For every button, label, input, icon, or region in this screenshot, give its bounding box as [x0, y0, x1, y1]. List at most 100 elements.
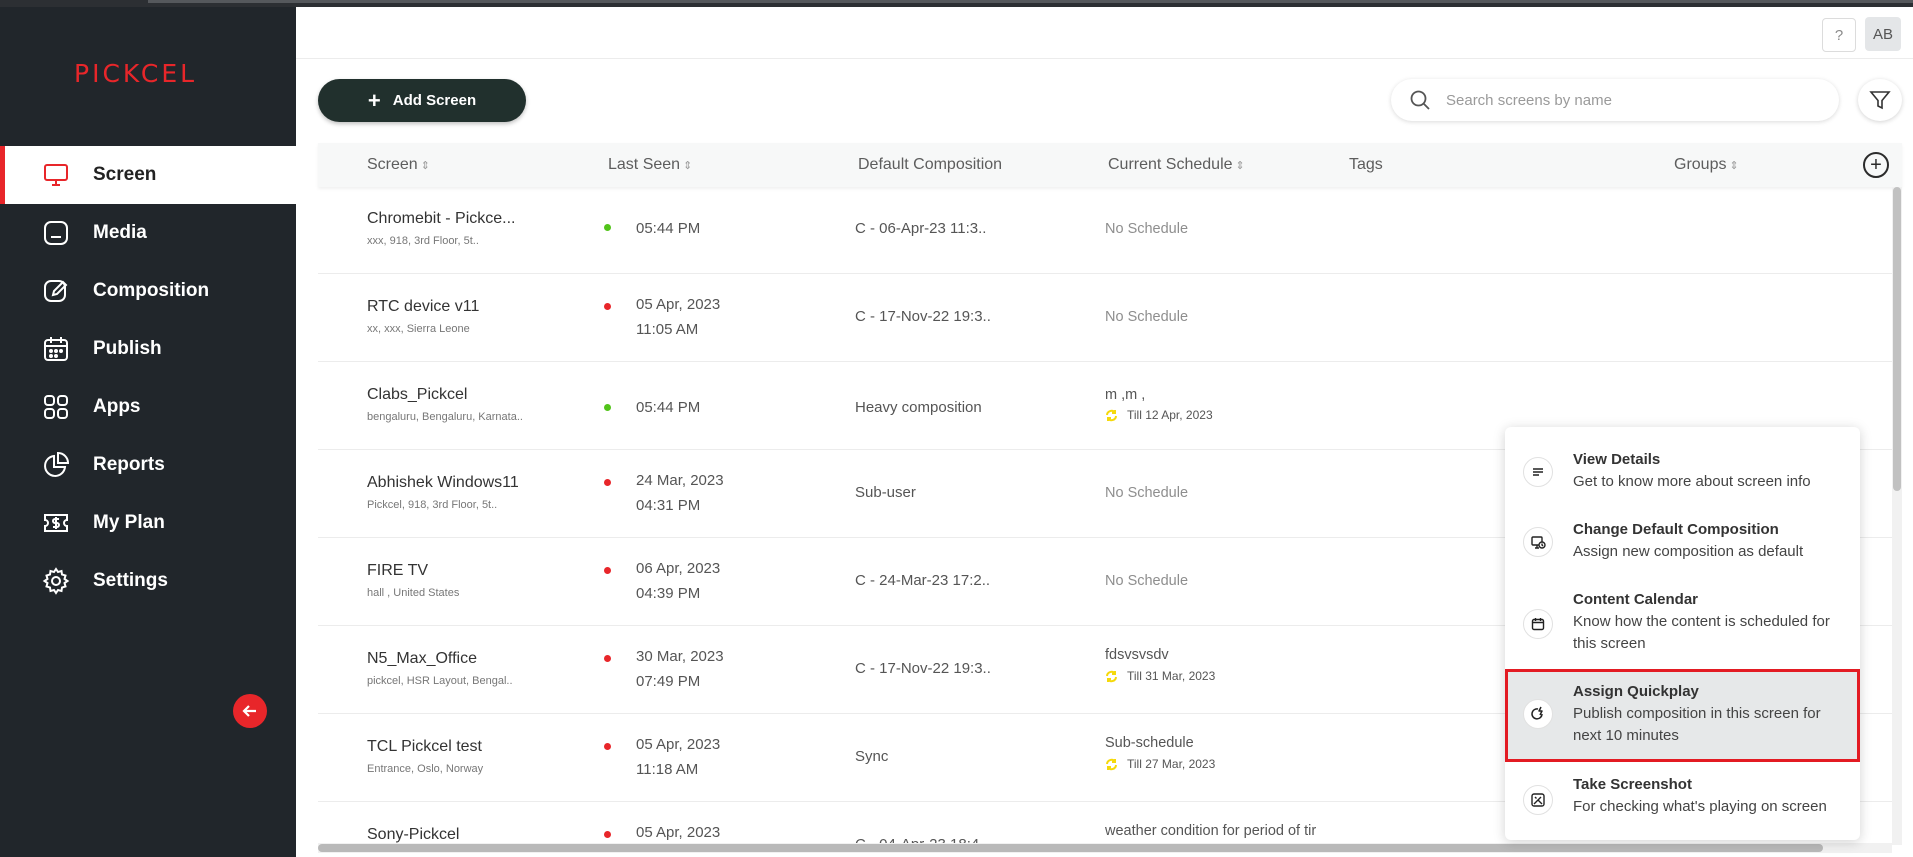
screen-name[interactable]: Chromebit - Pickce... — [367, 210, 515, 228]
menu-item-take-screenshot[interactable]: Take Screenshot For checking what's play… — [1505, 765, 1860, 835]
schedule-repeat-icon — [1106, 758, 1117, 770]
sort-icon: ⇕ — [420, 160, 430, 172]
column-header-tags: Tags — [1349, 156, 1383, 173]
sidebar-item-apps[interactable]: Apps — [0, 378, 296, 436]
schedule-repeat-icon — [1106, 670, 1117, 682]
plus-icon: + — [367, 87, 381, 113]
screen-location: bengaluru, Bengaluru, Karnata.. — [367, 411, 523, 423]
sidebar-item-label: Publish — [93, 338, 162, 359]
arrow-left-icon — [242, 705, 256, 717]
column-header-screen[interactable]: Screen ⇕ — [367, 156, 430, 174]
default-composition[interactable]: C - 06-Apr-23 11:3.. — [855, 220, 986, 237]
current-schedule[interactable]: m ,m , — [1105, 387, 1145, 403]
menu-item-assign-quickplay[interactable]: Assign Quickplay Publish composition in … — [1505, 669, 1860, 762]
user-avatar[interactable]: AB — [1865, 17, 1901, 51]
screen-name[interactable]: N5_Max_Office — [367, 650, 477, 668]
menu-item-content-calendar[interactable]: Content Calendar Know how the content is… — [1505, 580, 1860, 668]
vertical-scrollbar[interactable] — [1892, 187, 1902, 845]
default-composition[interactable]: Sync — [855, 748, 888, 765]
help-button[interactable]: ? — [1822, 18, 1856, 52]
pickcel-logo[interactable]: PICKCEL — [74, 59, 224, 89]
table-header: Screen ⇕ Last Seen ⇕ Default Composition C… — [318, 143, 1902, 187]
collapse-sidebar-button[interactable] — [233, 694, 267, 728]
sidebar-item-label: Settings — [93, 570, 168, 591]
search-input[interactable] — [1446, 89, 1816, 111]
screen-name[interactable]: TCL Pickcel test — [367, 738, 482, 756]
status-offline-dot — [604, 655, 611, 662]
column-header-current-schedule[interactable]: Current Schedule ⇕ — [1108, 156, 1245, 174]
screen-name[interactable]: FIRE TV — [367, 562, 428, 580]
menu-item-view-details[interactable]: View Details Get to know more about scre… — [1505, 440, 1860, 504]
sidebar-item-publish[interactable]: Publish — [0, 320, 296, 378]
screen-name[interactable]: Clabs_Pickcel — [367, 386, 467, 404]
screenshot-icon — [1523, 785, 1553, 815]
sort-icon: ⇕ — [1235, 160, 1245, 172]
column-header-default-composition: Default Composition — [858, 156, 1003, 173]
sidebar-item-label: Screen — [93, 164, 157, 185]
sidebar-item-label: Reports — [93, 454, 165, 475]
status-offline-dot — [604, 567, 611, 574]
screen-actions-menu: View Details Get to know more about scre… — [1505, 427, 1860, 840]
screen-name[interactable]: Abhishek Windows11 — [367, 474, 519, 492]
last-seen: 24 Mar, 2023 04:31 PM — [636, 472, 724, 514]
table-row[interactable]: RTC device v11 xx, xxx, Sierra Leone 05 … — [318, 275, 1892, 362]
sidebar-item-settings[interactable]: Settings — [0, 552, 296, 610]
screen-location: xx, xxx, Sierra Leone — [367, 323, 470, 335]
menu-item-change-default-composition[interactable]: Change Default Composition Assign new co… — [1505, 510, 1860, 576]
monitor-icon — [44, 164, 68, 186]
quickplay-icon — [1523, 699, 1553, 729]
default-composition[interactable]: C - 17-Nov-22 19:3.. — [855, 660, 991, 677]
last-seen: 06 Apr, 2023 04:39 PM — [636, 560, 721, 602]
sidebar-item-composition[interactable]: Composition — [0, 262, 296, 320]
browser-tab-strip — [148, 0, 1913, 3]
current-schedule[interactable]: Sub-schedule — [1105, 735, 1194, 751]
current-schedule[interactable]: weather condition for period of tir — [1105, 823, 1316, 839]
default-composition[interactable]: Heavy composition — [855, 399, 982, 416]
default-composition[interactable]: Sub-user — [855, 484, 916, 501]
sidebar: PICKCEL Screen Media Composition Publish… — [0, 7, 296, 857]
sidebar-item-media[interactable]: Media — [0, 204, 296, 262]
status-offline-dot — [604, 303, 611, 310]
sort-icon: ⇕ — [1729, 160, 1739, 172]
add-column-button[interactable]: + — [1863, 152, 1889, 178]
sidebar-item-reports[interactable]: Reports — [0, 436, 296, 494]
sort-icon: ⇕ — [683, 160, 693, 172]
screen-location: pickcel, HSR Layout, Bengal.. — [367, 675, 513, 687]
status-online-dot — [604, 404, 611, 411]
screen-name[interactable]: RTC device v11 — [367, 298, 479, 316]
column-header-groups[interactable]: Groups ⇕ — [1674, 156, 1739, 174]
current-schedule: No Schedule — [1105, 485, 1189, 501]
sidebar-item-label: My Plan — [93, 512, 165, 533]
schedule-till: Till 12 Apr, 2023 — [1105, 408, 1213, 422]
menu-item-desc: Publish composition in this screen for n… — [1573, 705, 1821, 744]
filter-button[interactable] — [1858, 79, 1902, 121]
calendar-icon — [44, 337, 68, 361]
column-header-last-seen[interactable]: Last Seen ⇕ — [608, 156, 692, 174]
screen-location: Entrance, Oslo, Norway — [367, 763, 484, 775]
screen-location: hall , United States — [367, 587, 460, 599]
pie-chart-icon — [44, 451, 70, 477]
schedule-repeat-icon — [1106, 409, 1117, 421]
vertical-scrollbar-thumb[interactable] — [1893, 187, 1901, 491]
default-composition[interactable]: C - 17-Nov-22 19:3.. — [855, 308, 991, 325]
current-schedule: No Schedule — [1105, 573, 1189, 589]
status-offline-dot — [604, 743, 611, 750]
current-schedule: No Schedule — [1105, 221, 1189, 237]
dollar-ticket-icon — [44, 514, 68, 532]
horizontal-scrollbar-thumb[interactable] — [318, 844, 1823, 852]
schedule-till: Till 27 Mar, 2023 — [1105, 757, 1215, 771]
sidebar-item-label: Apps — [93, 396, 141, 417]
menu-item-desc: For checking what's playing on screen — [1573, 798, 1827, 815]
horizontal-scrollbar[interactable] — [318, 843, 1892, 853]
menu-item-title: Assign Quickplay — [1573, 683, 1699, 700]
add-screen-button[interactable]: + Add Screen — [318, 79, 526, 122]
sidebar-item-my-plan[interactable]: My Plan — [0, 494, 296, 552]
current-schedule[interactable]: fdsvsvsdv — [1105, 647, 1169, 663]
table-row[interactable]: Chromebit - Pickce... xxx, 918, 3rd Floo… — [318, 187, 1892, 274]
sidebar-item-screen[interactable]: Screen — [0, 146, 296, 204]
last-seen: 05:44 PM — [636, 220, 701, 237]
default-composition[interactable]: C - 24-Mar-23 17:2.. — [855, 572, 990, 589]
search-box[interactable] — [1391, 79, 1839, 121]
status-online-dot — [604, 224, 611, 231]
screen-name[interactable]: Sony-Pickcel — [367, 826, 459, 844]
